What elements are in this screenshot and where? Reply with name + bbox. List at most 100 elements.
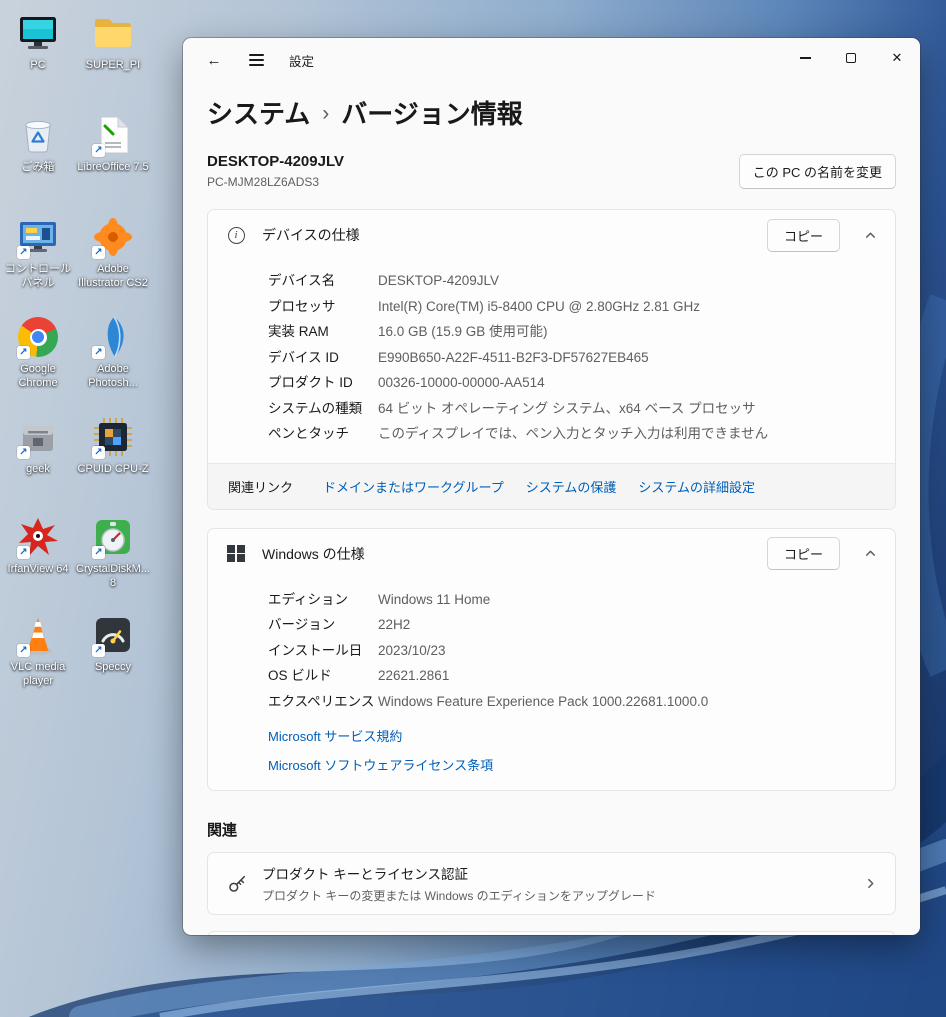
windows-spec-title: Windows の仕様 [262, 544, 767, 564]
spec-row: 実装 RAM16.0 GB (15.9 GB 使用可能) [268, 319, 895, 345]
desktop-icon-crystaldiskmark[interactable]: ↗ CrystalDiskM...8 [75, 514, 151, 591]
spec-label: プロダクト ID [268, 370, 378, 396]
related-section-title: 関連 [207, 819, 896, 840]
chevron-up-icon[interactable] [864, 229, 877, 242]
device-spec-expander[interactable]: i デバイスの仕様 コピー [208, 210, 895, 260]
back-button[interactable]: ← [197, 44, 231, 76]
breadcrumb: システム › バージョン情報 [183, 82, 920, 135]
related-links-label: 関連リンク [228, 477, 293, 496]
chevron-right-icon: › [322, 100, 329, 126]
breadcrumb-system[interactable]: システム [207, 94, 310, 131]
menu-button[interactable] [239, 44, 273, 76]
maximize-button[interactable] [828, 38, 874, 78]
about-page-content: DESKTOP-4209JLV PC-MJM28LZ6ADS3 この PC の名… [183, 135, 920, 935]
spec-row: バージョン22H2 [268, 612, 895, 638]
shortcut-arrow-icon: ↗ [92, 346, 105, 359]
spec-label: システムの種類 [268, 396, 378, 422]
related-links-row: 関連リンク ドメインまたはワークグループ システムの保護 システムの詳細設定 [208, 463, 895, 509]
desktop-icon-label: Speccy [95, 660, 131, 674]
desktop-icon-label: CPUID CPU-Z [78, 462, 149, 476]
next-card-partial[interactable] [207, 931, 896, 935]
spec-value: Windows Feature Experience Pack 1000.226… [378, 689, 708, 715]
desktop-icon-vlc[interactable]: ↗ VLC media player [0, 612, 76, 689]
desktop-icon-pc[interactable]: PC [0, 10, 76, 72]
link-ms-software-license[interactable]: Microsoft ソフトウェアライセンス条項 [268, 755, 895, 774]
spec-row: デバイス IDE990B650-A22F-4511-B2F3-DF57627EB… [268, 345, 895, 371]
close-button[interactable]: ✕ [874, 38, 920, 78]
desktop-icon-label: CrystalDiskM...8 [75, 562, 151, 591]
cpuz-chip-icon: ↗ [90, 414, 136, 460]
microsoft-links: Microsoft サービス規約 Microsoft ソフトウェアライセンス条項 [268, 726, 895, 774]
desktop-icon-speccy[interactable]: ↗ Speccy [75, 612, 151, 674]
spec-value: 2023/10/23 [378, 638, 446, 664]
titlebar: ← 設定 ✕ [183, 38, 920, 82]
desktop-icon-geek[interactable]: ↗ geek [0, 414, 76, 476]
maximize-icon [846, 53, 856, 63]
desktop-icon-photoshop[interactable]: ↗ Adobe Photosh... [75, 314, 151, 391]
desktop-icon-libreoffice[interactable]: ↗ LibreOffice 7.5 [75, 112, 151, 174]
spec-label: デバイス名 [268, 268, 378, 294]
activation-row[interactable]: プロダクト キーとライセンス認証 プロダクト キーの変更または Windows … [208, 853, 895, 914]
spec-row: エディションWindows 11 Home [268, 587, 895, 613]
link-ms-services-agreement[interactable]: Microsoft サービス規約 [268, 726, 895, 745]
spec-row: デバイス名DESKTOP-4209JLV [268, 268, 895, 294]
desktop-icon-irfanview[interactable]: ↗ IrfanView 64 [0, 514, 76, 576]
desktop-icon-label: Adobe Illustrator CS2 [75, 262, 151, 291]
desktop-icon-label: コントロールパネル [0, 262, 76, 291]
minimize-button[interactable] [782, 38, 828, 78]
spec-row: プロダクト ID00326-10000-00000-AA514 [268, 370, 895, 396]
spec-value: Intel(R) Core(TM) i5-8400 CPU @ 2.80GHz … [378, 294, 700, 320]
geek-box-icon: ↗ [15, 414, 61, 460]
desktop-icon-control-panel[interactable]: ↗ コントロールパネル [0, 214, 76, 291]
spec-label: インストール日 [268, 638, 378, 664]
shortcut-arrow-icon: ↗ [17, 446, 30, 459]
desktop-icon-chrome[interactable]: ↗ Google Chrome [0, 314, 76, 391]
desktop-icon-label: PC [30, 58, 45, 72]
device-name: DESKTOP-4209JLV [207, 153, 344, 170]
vlc-cone-icon: ↗ [15, 612, 61, 658]
link-system-protection[interactable]: システムの保護 [526, 477, 617, 496]
spec-value: 22H2 [378, 612, 410, 638]
info-icon: i [228, 227, 245, 244]
device-spec-card: i デバイスの仕様 コピー デバイス名DESKTOP-4209JLV プロセッサ… [207, 209, 896, 510]
spec-value: 64 ビット オペレーティング システム、x64 ベース プロセッサ [378, 396, 756, 422]
windows-logo-icon [227, 545, 245, 563]
desktop-icon-label: IrfanView 64 [8, 562, 69, 576]
photoshop-feather-icon: ↗ [90, 314, 136, 360]
device-spec-body: デバイス名DESKTOP-4209JLV プロセッサIntel(R) Core(… [208, 260, 895, 463]
chevron-up-icon[interactable] [864, 547, 877, 560]
device-model: PC-MJM28LZ6ADS3 [207, 175, 344, 189]
link-domain-workgroup[interactable]: ドメインまたはワークグループ [323, 477, 504, 496]
illustrator-flower-icon: ↗ [90, 214, 136, 260]
desktop-icon-cpuz[interactable]: ↗ CPUID CPU-Z [75, 414, 151, 476]
copy-device-spec-button[interactable]: コピー [767, 219, 840, 252]
desktop-icon-super-pi[interactable]: SUPER_PI [75, 10, 151, 72]
shortcut-arrow-icon: ↗ [92, 446, 105, 459]
desktop-icon-recycle-bin[interactable]: ごみ箱 [0, 112, 76, 174]
spec-value: 22621.2861 [378, 663, 449, 689]
chevron-right-icon [864, 877, 877, 890]
shortcut-arrow-icon: ↗ [92, 546, 105, 559]
spec-label: バージョン [268, 612, 378, 638]
spec-value: このディスプレイでは、ペン入力とタッチ入力は利用できません [378, 421, 768, 447]
spec-value: Windows 11 Home [378, 587, 490, 613]
desktop-icon-illustrator[interactable]: ↗ Adobe Illustrator CS2 [75, 214, 151, 291]
hamburger-icon [249, 54, 264, 66]
spec-row: OS ビルド22621.2861 [268, 663, 895, 689]
desktop-icon-label: Google Chrome [0, 362, 76, 391]
spec-value: 00326-10000-00000-AA514 [378, 370, 545, 396]
spec-label: プロセッサ [268, 294, 378, 320]
folder-icon [90, 10, 136, 56]
desktop-icon-label: geek [26, 462, 50, 476]
shortcut-arrow-icon: ↗ [17, 644, 30, 657]
libreoffice-document-icon: ↗ [90, 112, 136, 158]
windows-spec-body: エディションWindows 11 Home バージョン22H2 インストール日2… [208, 579, 895, 791]
activation-subtitle: プロダクト キーの変更または Windows のエディションをアップグレード [262, 887, 864, 904]
shortcut-arrow-icon: ↗ [92, 644, 105, 657]
spec-label: デバイス ID [268, 345, 378, 371]
link-advanced-system-settings[interactable]: システムの詳細設定 [638, 477, 755, 496]
copy-windows-spec-button[interactable]: コピー [767, 537, 840, 570]
spec-value: 16.0 GB (15.9 GB 使用可能) [378, 319, 548, 345]
windows-spec-expander[interactable]: Windows の仕様 コピー [208, 529, 895, 579]
rename-pc-button[interactable]: この PC の名前を変更 [739, 154, 896, 189]
